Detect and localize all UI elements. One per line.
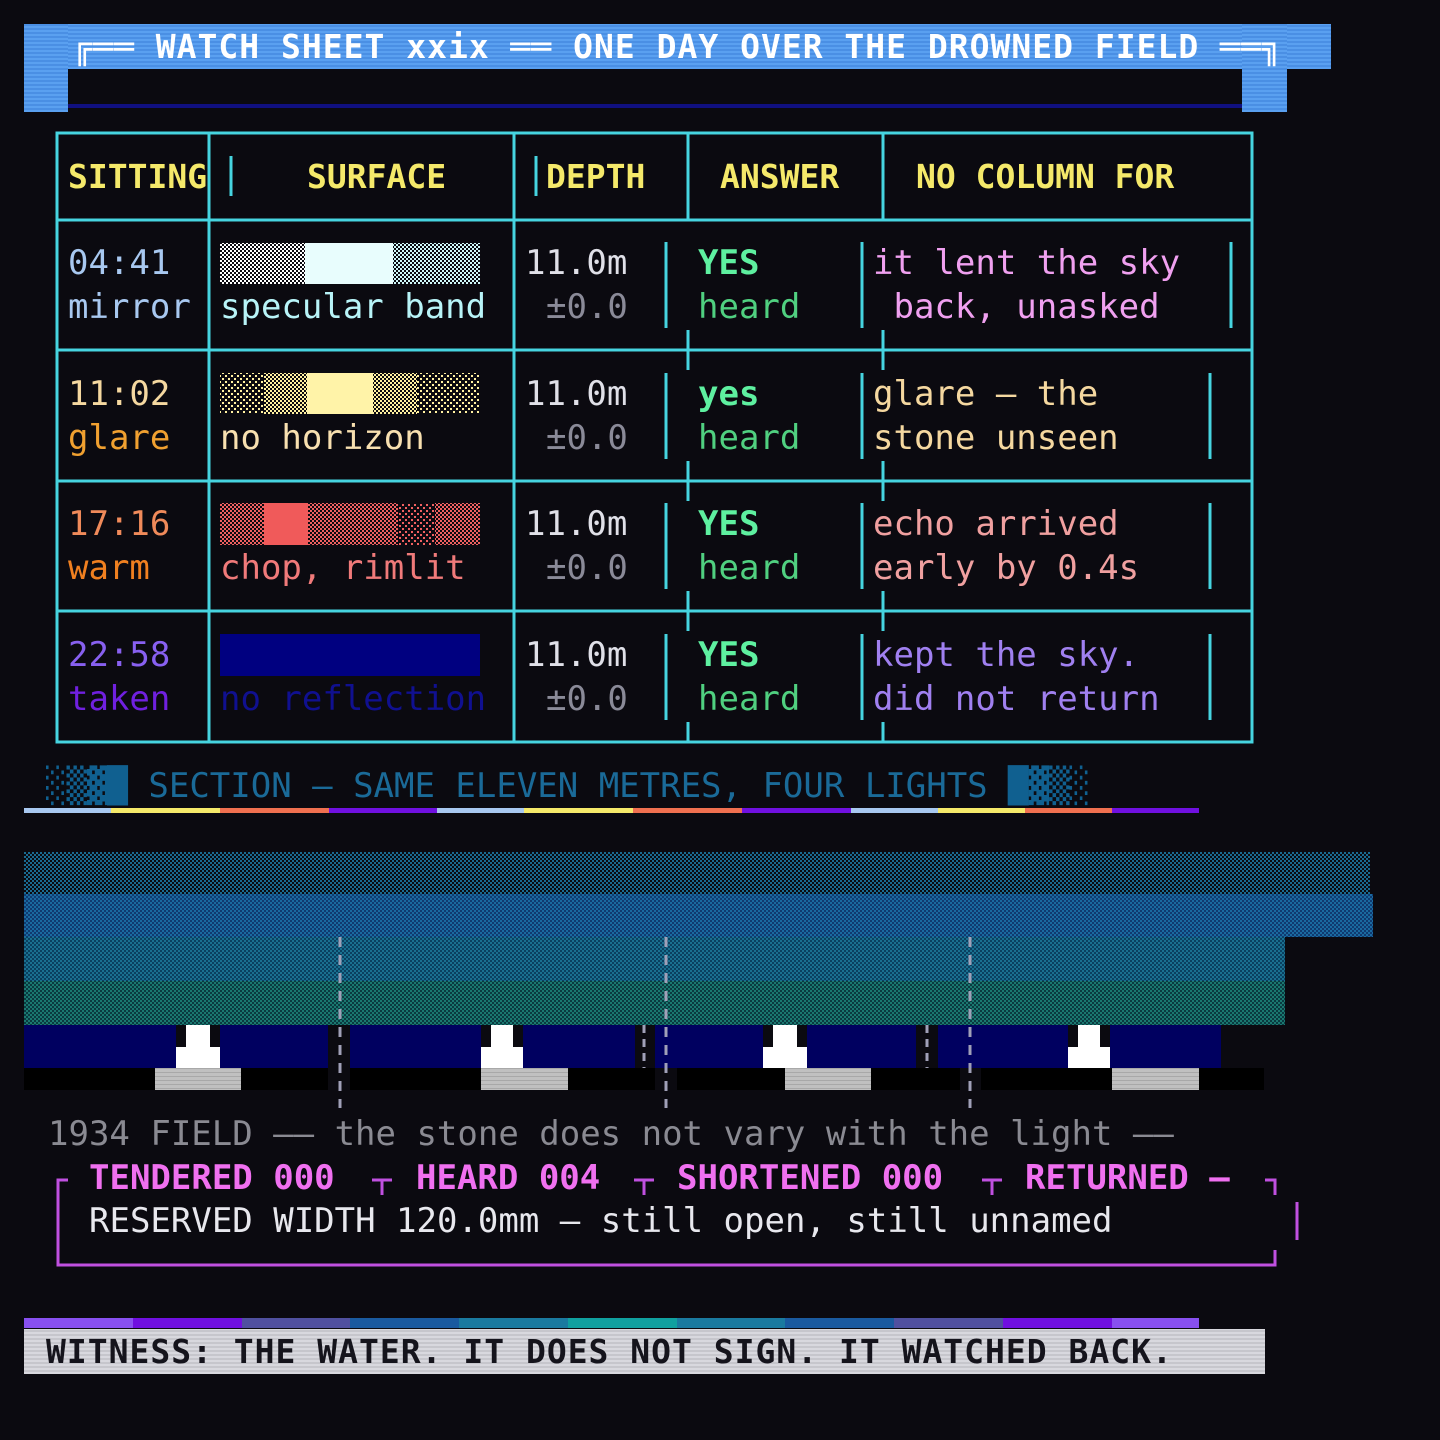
col-header-sitting: SITTING bbox=[68, 157, 208, 196]
tally-heard: HEARD 004 bbox=[416, 1158, 601, 1198]
row-surface: specular band bbox=[220, 287, 487, 327]
row-note-line-2: stone unseen bbox=[873, 418, 1119, 458]
water-layer-lower bbox=[24, 981, 1285, 1025]
water-layer-middle bbox=[24, 937, 1285, 981]
row-note-line-2: did not return bbox=[873, 679, 1160, 719]
row-answer: YES bbox=[698, 635, 760, 675]
row-tolerance: ±0.0 bbox=[546, 418, 628, 458]
row-answer-sub: heard bbox=[698, 418, 801, 458]
surface-bar-glare bbox=[220, 373, 480, 414]
row-answer: YES bbox=[698, 243, 760, 283]
col-header-surface: SURFACE bbox=[307, 157, 447, 196]
row-answer-sub: heard bbox=[698, 679, 801, 719]
row-note-line-1: it lent the sky bbox=[873, 243, 1181, 283]
row-depth: 11.0m bbox=[525, 635, 628, 675]
row-note-line-2: early by 0.4s bbox=[873, 548, 1140, 588]
row-note-line-1: kept the sky. bbox=[873, 635, 1140, 675]
row-light: mirror bbox=[68, 287, 191, 327]
row-light: taken bbox=[68, 679, 171, 719]
surface-bar-mirror bbox=[220, 243, 480, 284]
tally-tendered: TENDERED 000 bbox=[89, 1158, 335, 1198]
row-time: 17:16 bbox=[68, 504, 171, 544]
row-depth: 11.0m bbox=[525, 243, 628, 283]
row-note-line-2: back, unasked bbox=[873, 287, 1160, 327]
section-diagram bbox=[24, 808, 1373, 1108]
row-light: warm bbox=[68, 548, 150, 588]
row-tolerance: ±0.0 bbox=[546, 287, 628, 327]
row-tolerance: ±0.0 bbox=[546, 679, 628, 719]
tally-returned: RETURNED — bbox=[1025, 1158, 1230, 1198]
row-depth: 11.0m bbox=[525, 374, 628, 414]
water-layer-upper bbox=[24, 894, 1373, 937]
row-surface: no reflection bbox=[220, 679, 487, 719]
section-color-strip bbox=[24, 808, 1199, 813]
row-depth: 11.0m bbox=[525, 504, 628, 544]
col-header-no-column-for: NO COLUMN FOR bbox=[916, 157, 1175, 196]
row-surface: chop, rimlit bbox=[220, 548, 466, 588]
row-time: 04:41 bbox=[68, 243, 171, 283]
row-note-line-1: glare — the bbox=[873, 374, 1099, 414]
surface-bar-warm bbox=[220, 503, 480, 545]
row-answer-sub: heard bbox=[698, 548, 801, 588]
row-note-line-1: echo arrived bbox=[873, 504, 1119, 544]
row-tolerance: ±0.0 bbox=[546, 548, 628, 588]
witness-line: WITNESS: THE WATER. IT DOES NOT SIGN. IT… bbox=[24, 1329, 1265, 1374]
field-bed bbox=[24, 1068, 1264, 1090]
row-light: glare bbox=[68, 418, 171, 458]
row-answer-sub: heard bbox=[698, 287, 801, 327]
row-answer: yes bbox=[698, 374, 760, 414]
col-header-answer: ANSWER bbox=[720, 157, 840, 196]
row-time: 11:02 bbox=[68, 374, 171, 414]
reserved-width: RESERVED WIDTH 120.0mm — still open, sti… bbox=[89, 1201, 1113, 1241]
row-surface: no horizon bbox=[220, 418, 425, 458]
col-header-depth: DEPTH bbox=[546, 157, 646, 196]
row-time: 22:58 bbox=[68, 635, 171, 675]
surface-bar-taken bbox=[220, 634, 480, 676]
water-layer-sky bbox=[24, 852, 1370, 894]
row-answer: YES bbox=[698, 504, 760, 544]
tally-shortened: SHORTENED 000 bbox=[677, 1158, 944, 1198]
